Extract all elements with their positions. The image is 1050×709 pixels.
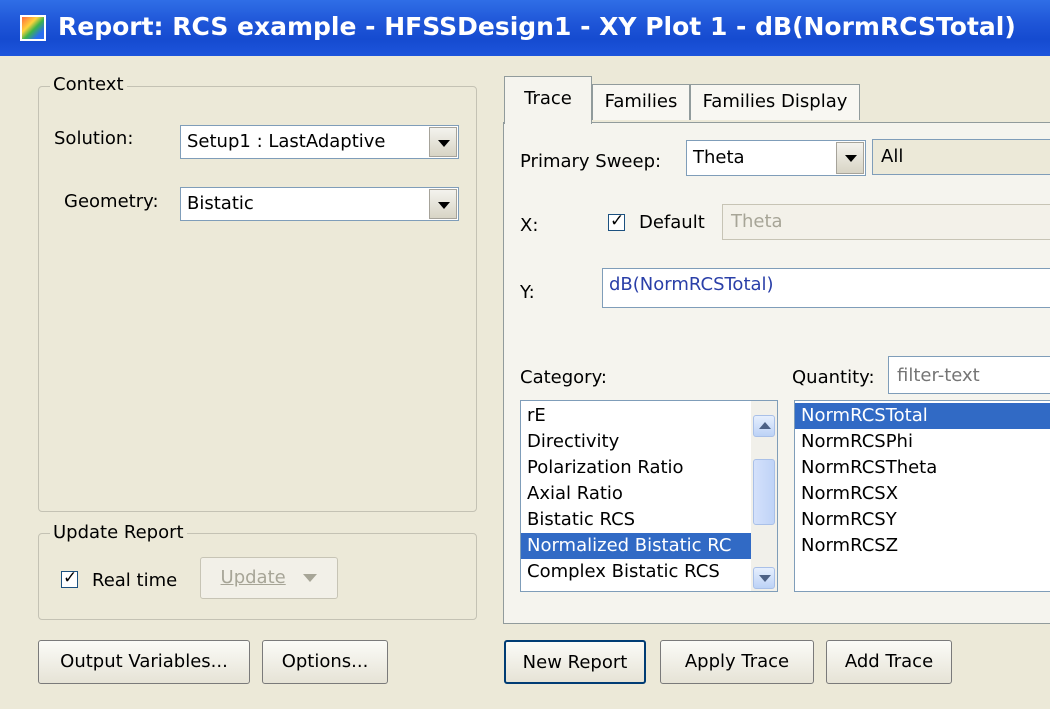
update-button[interactable]: Update <box>200 557 338 599</box>
list-item[interactable]: NormRCSTheta <box>795 455 1050 481</box>
realtime-checkbox[interactable] <box>61 568 78 588</box>
scroll-thumb[interactable] <box>753 459 775 525</box>
category-scrollbar[interactable] <box>751 401 777 591</box>
title-bar: Report: RCS example - HFSSDesign1 - XY P… <box>0 0 1050 56</box>
x-label: X: <box>520 215 539 236</box>
window-title: Report: RCS example - HFSSDesign1 - XY P… <box>58 12 1016 41</box>
dialog-body: Context Solution: Setup1 : LastAdaptive … <box>0 56 1050 709</box>
add-trace-label: Add Trace <box>844 651 934 672</box>
y-expression-field[interactable]: dB(NormRCSTotal) <box>602 268 1050 308</box>
chevron-down-icon[interactable] <box>429 189 457 219</box>
list-item[interactable]: Bistatic RCS <box>521 507 751 533</box>
tab-families[interactable]: Families <box>592 84 690 120</box>
realtime-label: Real time <box>92 570 178 591</box>
output-variables-label: Output Variables... <box>60 651 228 672</box>
chevron-down-icon[interactable] <box>836 142 864 174</box>
scroll-down-icon[interactable] <box>753 567 775 589</box>
y-label: Y: <box>520 282 535 303</box>
app-icon <box>20 15 46 41</box>
new-report-button[interactable]: New Report <box>504 640 646 684</box>
list-item[interactable]: Axial Ratio <box>521 481 751 507</box>
quantity-filter-input[interactable] <box>888 356 1050 394</box>
sweep-range-field[interactable]: All <box>872 139 1050 175</box>
list-item[interactable]: rE <box>521 403 751 429</box>
list-item-selected[interactable]: Normalized Bistatic RC <box>521 533 751 559</box>
geometry-value: Bistatic <box>187 193 254 214</box>
list-item[interactable]: Directivity <box>521 429 751 455</box>
new-report-label: New Report <box>522 652 628 673</box>
options-button[interactable]: Options... <box>262 640 388 684</box>
context-label: Context <box>50 74 127 95</box>
list-item[interactable]: NormRCSPhi <box>795 429 1050 455</box>
options-label: Options... <box>281 651 369 672</box>
update-button-label: Update <box>220 567 286 588</box>
add-trace-button[interactable]: Add Trace <box>826 640 952 684</box>
primary-sweep-label: Primary Sweep: <box>520 151 662 172</box>
update-report-label: Update Report <box>50 522 187 543</box>
tab-families-display-label: Families Display <box>702 91 848 112</box>
category-label: Category: <box>520 367 607 388</box>
list-item-selected[interactable]: NormRCSTotal <box>795 403 1050 429</box>
tab-trace[interactable]: Trace <box>504 76 592 124</box>
category-list[interactable]: rE Directivity Polarization Ratio Axial … <box>520 400 778 592</box>
tab-families-display[interactable]: Families Display <box>690 84 860 120</box>
dropdown-arrow-icon <box>303 574 318 582</box>
list-item[interactable]: NormRCSY <box>795 507 1050 533</box>
primary-sweep-value: Theta <box>693 147 745 168</box>
x-default-label: Default <box>639 212 705 233</box>
output-variables-button[interactable]: Output Variables... <box>38 640 250 684</box>
quantity-list[interactable]: NormRCSTotal NormRCSPhi NormRCSTheta Nor… <box>794 400 1050 592</box>
tab-families-label: Families <box>604 91 678 112</box>
x-value-field[interactable]: Theta <box>722 204 1050 240</box>
list-item[interactable]: NormRCSZ <box>795 533 1050 559</box>
quantity-label: Quantity: <box>792 367 875 388</box>
tab-trace-label: Trace <box>524 88 572 109</box>
primary-sweep-select[interactable]: Theta <box>686 140 866 176</box>
chevron-down-icon[interactable] <box>429 127 457 157</box>
scroll-up-icon[interactable] <box>753 415 775 437</box>
apply-trace-button[interactable]: Apply Trace <box>660 640 814 684</box>
list-item[interactable]: NormRCSX <box>795 481 1050 507</box>
solution-value: Setup1 : LastAdaptive <box>187 131 386 152</box>
x-default-checkbox[interactable] <box>608 211 625 231</box>
solution-select[interactable]: Setup1 : LastAdaptive <box>180 125 459 159</box>
solution-label: Solution: <box>54 128 134 149</box>
geometry-label: Geometry: <box>64 191 159 212</box>
geometry-select[interactable]: Bistatic <box>180 187 459 221</box>
apply-trace-label: Apply Trace <box>684 651 790 672</box>
list-item[interactable]: Complex Bistatic RCS <box>521 559 751 585</box>
list-item[interactable]: Polarization Ratio <box>521 455 751 481</box>
